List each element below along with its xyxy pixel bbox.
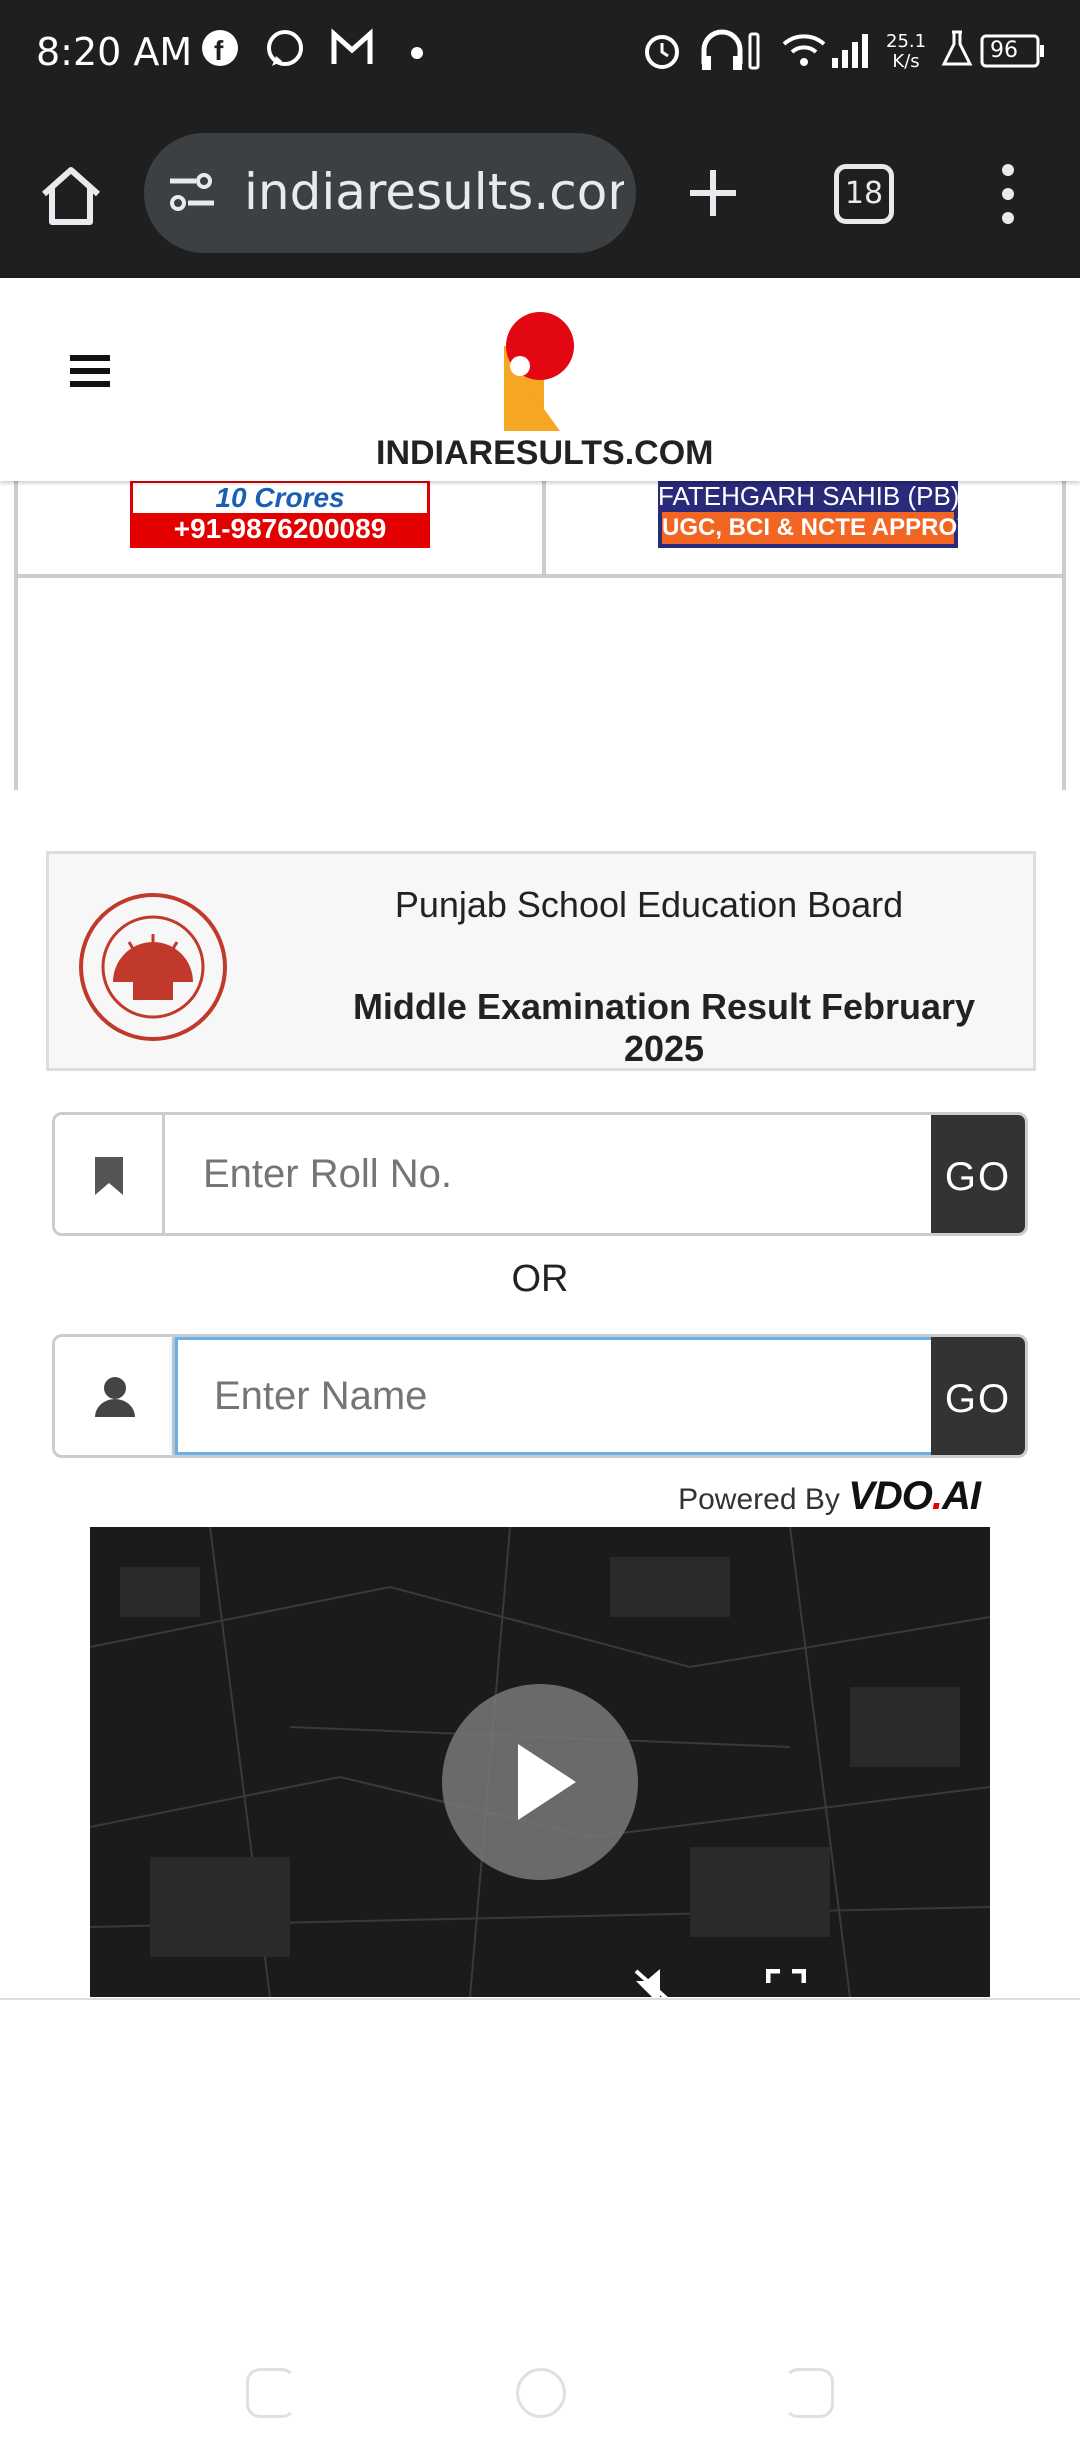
ad-divider (542, 470, 546, 574)
battery-icon: 96 (980, 34, 1046, 73)
facebook-icon: f (200, 28, 240, 73)
battery-level: 96 (990, 38, 1018, 63)
url-text[interactable]: indiaresults.com (244, 163, 624, 221)
hamburger-menu-icon[interactable] (70, 353, 110, 394)
nav-recents-icon[interactable] (784, 2368, 834, 2418)
name-addon (55, 1337, 175, 1455)
ad-left-line2: +91-9876200089 (133, 513, 427, 545)
status-time: 8:20 AM (36, 30, 193, 74)
ad-banner-left[interactable]: 10 Crores +91-9876200089 (130, 480, 430, 548)
or-separator: OR (511, 1258, 569, 1300)
roll-addon (55, 1115, 165, 1233)
notification-dot-icon (410, 46, 424, 65)
page-divider (0, 1998, 1080, 2000)
svg-text:f: f (214, 35, 224, 66)
tab-count: 18 (844, 176, 884, 211)
powered-by-label: Powered By (678, 1483, 840, 1516)
board-card: Punjab School Education Board Middle Exa… (46, 851, 1036, 1071)
ad-right-line2: UGC, BCI & NCTE APPROVED (662, 512, 1006, 544)
nav-back-icon[interactable] (246, 2368, 296, 2418)
vdo-brand-right: AI (942, 1474, 981, 1518)
ad-row-divider (18, 574, 1062, 578)
site-logo[interactable]: INDIARESULTS.COM (370, 306, 714, 476)
net-speed-unit: K/s (892, 51, 920, 72)
site-header: INDIARESULTS.COM (0, 278, 1080, 481)
user-icon (93, 1375, 137, 1424)
exam-title: Middle Examination Result February 2025 (352, 986, 976, 1069)
roll-go-button[interactable]: GO (931, 1115, 1025, 1233)
new-tab-icon[interactable] (686, 166, 740, 225)
vdo-brand-left: VDO (848, 1474, 933, 1518)
fullscreen-icon[interactable] (765, 1968, 807, 1997)
net-speed-value: 25.1 (886, 31, 927, 52)
browser-toolbar: indiaresults.com 18 (0, 112, 1080, 278)
ad-grid: 10 Crores +91-9876200089 FATEHGARH SAHIB… (14, 470, 1066, 790)
nav-home-icon[interactable] (516, 2368, 566, 2418)
logo-text: INDIARESULTS.COM (376, 434, 714, 472)
alarm-icon (640, 28, 684, 77)
home-icon[interactable] (38, 164, 104, 231)
roll-number-input[interactable] (167, 1115, 933, 1233)
roll-search-group: GO (52, 1112, 1028, 1236)
mute-icon[interactable] (632, 1967, 682, 1997)
logo-mark-icon (504, 312, 574, 431)
flask-icon (940, 28, 974, 73)
ad-banner-right[interactable]: FATEHGARH SAHIB (PB) UGC, BCI & NCTE APP… (658, 480, 1006, 548)
play-icon (514, 1740, 580, 1829)
status-bar: 8:20 AM f 25.1 K/s 96 (0, 0, 1080, 112)
more-menu-icon[interactable] (998, 162, 1018, 231)
headphones-icon (698, 28, 762, 77)
whatsapp-icon (264, 28, 306, 75)
vdo-ai-logo[interactable]: VDO.AI (848, 1474, 981, 1518)
network-speed: 25.1 K/s (886, 32, 926, 72)
bookmark-icon (93, 1155, 125, 1202)
name-go-button[interactable]: GO (931, 1337, 1025, 1455)
pseb-seal-icon (63, 882, 243, 1057)
ad-right-line1: FATEHGARH SAHIB (PB) (658, 481, 960, 511)
name-search-group: GO (52, 1334, 1028, 1458)
video-ad-player[interactable] (90, 1527, 990, 1997)
ad-left-line1: 10 Crores (215, 482, 345, 513)
vdo-brand-dot: . (931, 1474, 943, 1518)
address-bar[interactable]: indiaresults.com (144, 133, 636, 253)
play-button[interactable] (442, 1684, 638, 1880)
gmail-icon (330, 28, 374, 73)
name-input[interactable] (175, 1337, 935, 1455)
tab-switcher-button[interactable]: 18 (834, 164, 894, 224)
powered-by: Powered By VDO.AI (678, 1474, 981, 1519)
site-settings-icon[interactable] (166, 171, 218, 220)
board-name: Punjab School Education Board (394, 884, 904, 925)
wifi-signal-icon (780, 28, 876, 77)
